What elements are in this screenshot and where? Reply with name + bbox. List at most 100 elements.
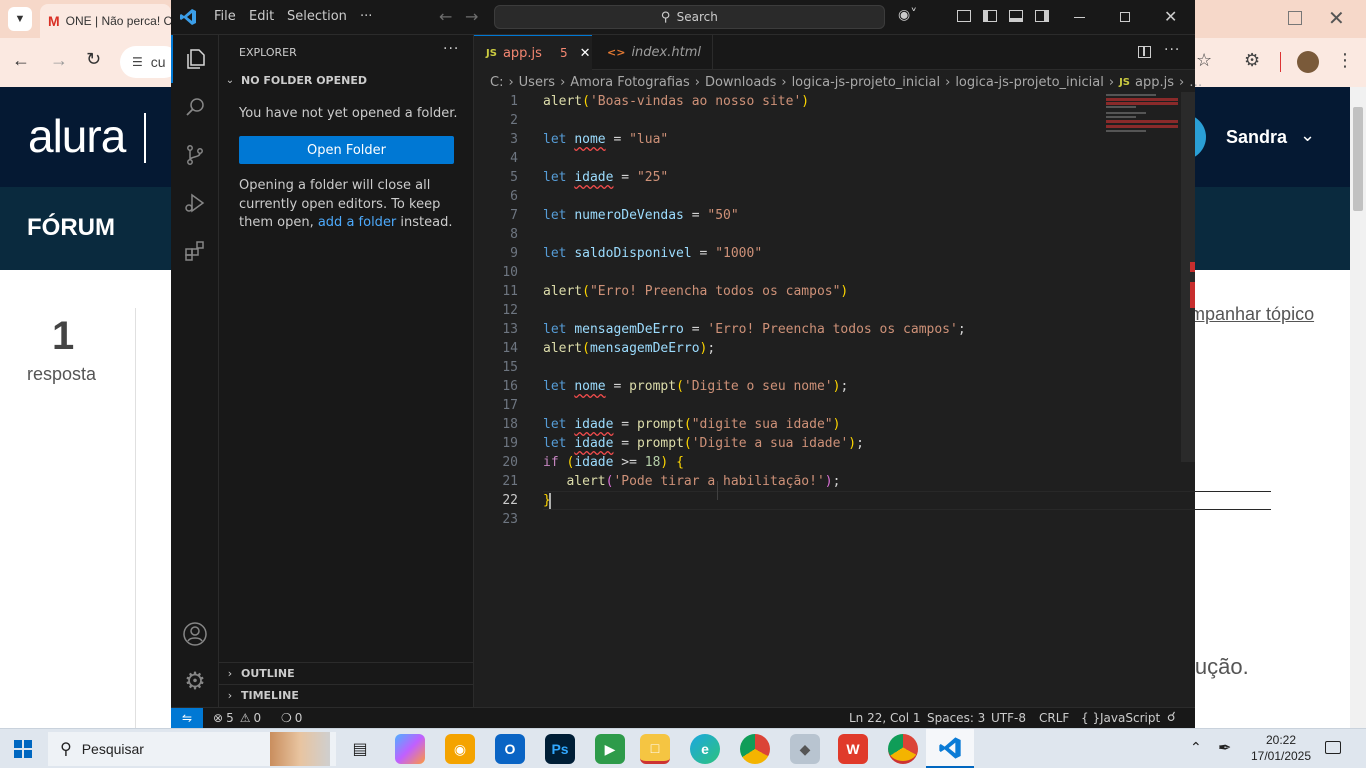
editor-scrollbar[interactable] — [1181, 92, 1195, 462]
notification-center-icon[interactable] — [1325, 741, 1341, 754]
timeline-section-header[interactable]: › TIMELINE — [219, 684, 473, 706]
copilot-icon[interactable] — [395, 734, 425, 764]
forward-icon[interactable]: → — [50, 50, 68, 71]
remote-indicator[interactable]: ⇋ — [171, 708, 203, 728]
file-explorer-icon[interactable]: □ — [640, 734, 670, 764]
menu-selection[interactable]: Selection — [287, 9, 347, 24]
browser-scrollbar[interactable] — [1350, 87, 1366, 728]
code-line[interactable]: let nome = prompt('Digite o seu nome'); — [543, 377, 1103, 396]
chrome-profile-icon[interactable] — [888, 734, 918, 764]
back-icon[interactable]: ← — [12, 50, 30, 71]
code-line[interactable]: alert(mensagemDeErro); — [543, 339, 1103, 358]
code-line[interactable]: if (idade >= 18) { — [543, 453, 1103, 472]
tab-index-html[interactable]: <> index.html — [593, 35, 713, 70]
clock[interactable]: 20:22 17/01/2025 — [1250, 732, 1312, 764]
notifications-bell-icon[interactable]: ☌ — [1167, 710, 1176, 725]
code-line[interactable]: ​ — [543, 111, 1103, 130]
vscode-taskbar-button[interactable] — [926, 729, 974, 768]
code-line[interactable]: alert('Pode tirar a habilitação!'); — [543, 472, 1103, 491]
breadcrumb-item[interactable]: Users — [519, 75, 555, 90]
menu-file[interactable]: File — [214, 9, 236, 24]
code-line[interactable]: ​ — [543, 187, 1103, 206]
browser-tab-active[interactable]: M ONE | Não perca! C — [40, 4, 171, 38]
menu-more[interactable]: ··· — [360, 9, 372, 24]
alura-logo[interactable]: alura — [28, 109, 126, 163]
layout-panel-icon[interactable] — [957, 10, 971, 22]
cursor-position[interactable]: Ln 22, Col 1 — [849, 711, 921, 725]
end-of-line[interactable]: CRLF — [1039, 711, 1069, 725]
run-debug-icon[interactable] — [171, 179, 219, 227]
code-line[interactable]: ​ — [543, 510, 1103, 529]
code-line[interactable]: ​ — [543, 396, 1103, 415]
reload-icon[interactable]: ↻ — [86, 49, 101, 70]
wps-office-icon[interactable]: W — [838, 734, 868, 764]
chevron-down-icon[interactable]: ⌄ — [1300, 125, 1315, 146]
extensions-icon[interactable]: ⚙ — [1244, 50, 1260, 71]
toggle-panel-icon[interactable] — [1009, 10, 1023, 22]
manage-gear-icon[interactable]: ⚙ — [171, 657, 219, 705]
camera-app-icon[interactable]: ▶ — [595, 734, 625, 764]
tab-search-button[interactable]: ▼ — [8, 7, 32, 31]
code-line[interactable]: ​ — [543, 225, 1103, 244]
code-line[interactable]: let idade = prompt("digite sua idade") — [543, 415, 1103, 434]
window-restore-icon[interactable] — [1288, 11, 1302, 25]
outlook-icon[interactable]: O — [495, 734, 525, 764]
code-line[interactable]: let mensagemDeErro = 'Erro! Preencha tod… — [543, 320, 1103, 339]
no-folder-section-header[interactable]: ⌄ NO FOLDER OPENED — [223, 74, 367, 87]
maximize-icon[interactable] — [1120, 12, 1130, 22]
code-line[interactable]: } — [543, 491, 1103, 510]
photoshop-icon[interactable]: Ps — [545, 734, 575, 764]
sidebar-more-icon[interactable]: ··· — [443, 41, 459, 57]
code-line[interactable]: ​ — [543, 149, 1103, 168]
close-icon[interactable]: ✕ — [1164, 7, 1177, 26]
search-icon[interactable] — [171, 83, 219, 131]
chevron-up-icon[interactable]: ⌃ — [1190, 739, 1202, 756]
roblox-icon[interactable]: ◆ — [790, 734, 820, 764]
taskbar-search[interactable]: ⚲ Pesquisar — [48, 732, 336, 766]
breadcrumb-item[interactable]: C: — [490, 75, 503, 90]
open-folder-button[interactable]: Open Folder — [239, 136, 454, 164]
toggle-sidebar-icon[interactable] — [983, 10, 997, 22]
breadcrumb-item[interactable]: Downloads — [705, 75, 776, 90]
explorer-icon[interactable] — [171, 35, 219, 83]
minimap[interactable] — [1104, 92, 1179, 142]
bookmark-star-icon[interactable]: ☆ — [1196, 50, 1212, 71]
braces-icon[interactable]: { } — [1081, 711, 1100, 725]
outline-section-header[interactable]: › OUTLINE — [219, 662, 473, 684]
breadcrumb-item[interactable]: logica-js-projeto_inicial — [955, 75, 1104, 90]
code-line[interactable]: let idade = "25" — [543, 168, 1103, 187]
menu-edit[interactable]: Edit — [249, 9, 274, 24]
edge-icon[interactable]: e — [690, 734, 720, 764]
problems-indicator[interactable]: ⊗ 5 ⚠ 0 — [213, 711, 261, 725]
follow-topic-link[interactable]: mpanhar tópico — [1190, 304, 1314, 325]
profile-avatar[interactable] — [1297, 51, 1319, 73]
ports-indicator[interactable]: ❍ 0 — [281, 711, 302, 725]
accounts-icon[interactable] — [171, 610, 219, 658]
close-icon[interactable]: ✕ — [580, 46, 591, 61]
window-close-icon[interactable]: ✕ — [1328, 6, 1345, 31]
breadcrumb-item[interactable]: app.js — [1135, 75, 1174, 90]
tab-app-js[interactable]: JS app.js 5 ✕ — [474, 35, 592, 70]
pen-icon[interactable]: ✒ — [1218, 738, 1231, 758]
source-control-icon[interactable] — [171, 131, 219, 179]
code-line[interactable]: let numeroDeVendas = "50" — [543, 206, 1103, 225]
scrollbar-thumb[interactable] — [1353, 107, 1363, 211]
toggle-secondary-sidebar-icon[interactable] — [1035, 10, 1049, 22]
breadcrumb-item[interactable]: Amora Fotografias — [570, 75, 689, 90]
split-editor-icon[interactable] — [1138, 46, 1151, 58]
code-line[interactable]: alert("Erro! Preencha todos os campos") — [543, 282, 1103, 301]
command-center-search[interactable]: ⚲ Search — [494, 5, 885, 29]
browser-menu-icon[interactable]: ⋮ — [1336, 50, 1354, 71]
encoding[interactable]: UTF-8 — [991, 711, 1026, 725]
indentation[interactable]: Spaces: 3 — [927, 711, 985, 725]
code-line[interactable]: let nome = "lua" — [543, 130, 1103, 149]
editor-more-icon[interactable]: ··· — [1164, 42, 1180, 58]
nav-forward-icon[interactable]: → — [465, 7, 478, 26]
breadcrumb-item[interactable]: … — [1189, 75, 1202, 90]
nav-back-icon[interactable]: ← — [439, 7, 452, 26]
extensions-icon[interactable] — [171, 227, 219, 275]
user-name[interactable]: Sandra — [1226, 127, 1287, 148]
code-line[interactable]: ​ — [543, 301, 1103, 320]
code-content[interactable]: alert('Boas-vindas ao nosso site')​let n… — [543, 92, 1103, 529]
add-folder-link[interactable]: add a folder — [318, 215, 396, 230]
